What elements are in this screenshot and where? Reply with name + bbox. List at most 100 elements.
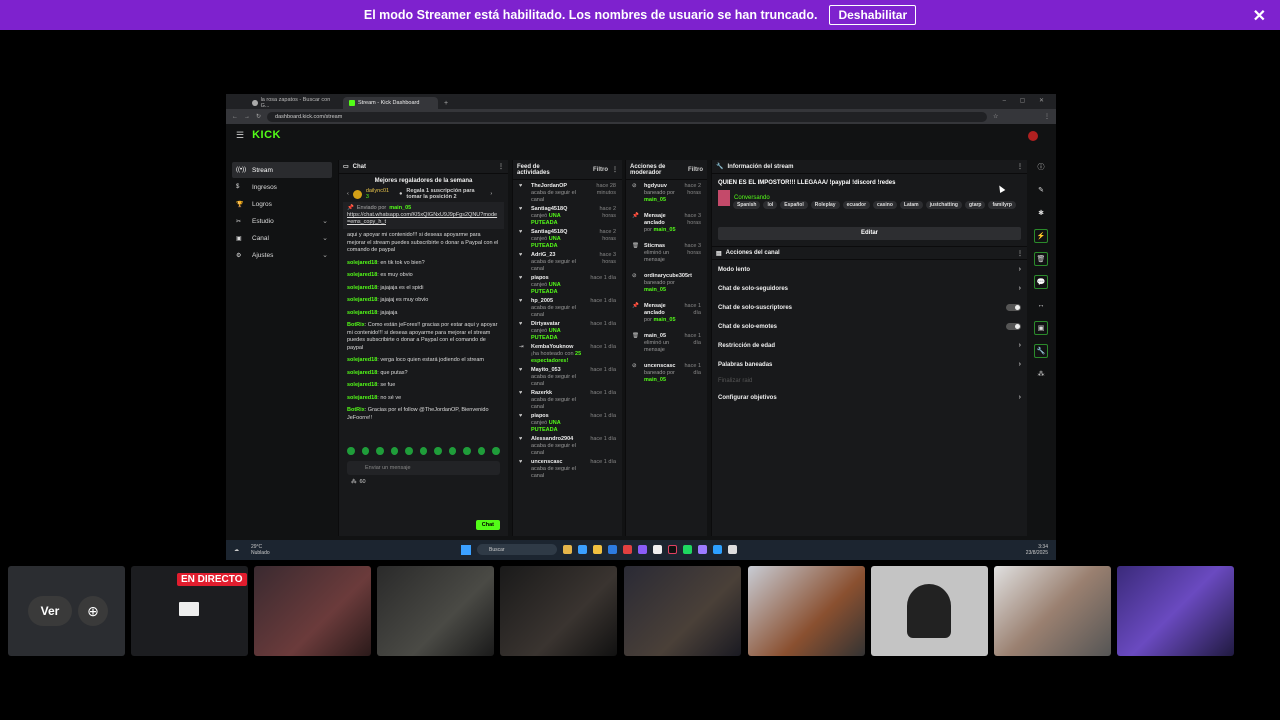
photoshop-icon[interactable]	[713, 545, 722, 554]
feed-menu-icon[interactable]: ⋮	[612, 166, 618, 173]
mod-subject[interactable]: main_05	[644, 333, 678, 340]
view-button[interactable]: Ver	[28, 596, 72, 626]
address-bar[interactable]: dashboard.kick.com/stream	[267, 111, 988, 122]
info-menu-icon[interactable]: ⋮	[1017, 163, 1023, 170]
info-icon[interactable]: ⓘ	[1034, 160, 1048, 174]
channel-action[interactable]: Restricción de edad ›	[712, 336, 1027, 355]
channel-action[interactable]: Palabras baneadas ›	[712, 355, 1027, 374]
mod-subject[interactable]: uncenscasc	[644, 363, 678, 370]
chevron-down-icon[interactable]: ⌄	[322, 234, 328, 242]
toggle-switch[interactable]	[1006, 304, 1021, 311]
thumbnail-screen[interactable]: Ver ⊕	[8, 566, 125, 656]
emote-icon[interactable]	[463, 447, 471, 455]
chevron-down-icon[interactable]: ⌄	[322, 251, 328, 259]
chevron-right-icon[interactable]: ›	[490, 191, 492, 197]
chrome-icon[interactable]	[623, 545, 632, 554]
weather-widget[interactable]: 29°C Nublado	[251, 544, 270, 556]
chat-username[interactable]: solejared18	[347, 272, 377, 278]
channel-action[interactable]: Modo lento ›	[712, 260, 1027, 279]
toggle-switch[interactable]	[1006, 323, 1021, 330]
chevron-down-icon[interactable]: ⌄	[322, 217, 328, 225]
files-icon[interactable]	[563, 545, 572, 554]
chat-input[interactable]: Enviar un mensaje	[347, 461, 500, 475]
user-avatar[interactable]	[1028, 131, 1038, 141]
feed-username[interactable]: Santiag4518Q	[531, 229, 585, 236]
hamburger-icon[interactable]: ☰	[236, 130, 244, 141]
spotify-icon[interactable]	[683, 545, 692, 554]
group-icon[interactable]: ⁂	[1034, 367, 1048, 381]
chat-username[interactable]: solejared18	[347, 357, 377, 363]
stream-tag[interactable]: lol	[763, 201, 778, 209]
emote-icon[interactable]	[376, 447, 384, 455]
close-icon[interactable]: ✕	[1253, 6, 1266, 26]
thumbnail-live[interactable]: EN DIRECTO	[131, 566, 248, 656]
thumbnail-participant[interactable]	[1117, 566, 1234, 656]
stream-tag[interactable]: Roleplay	[810, 201, 840, 209]
feed-username[interactable]: uncenscasc	[531, 459, 585, 466]
stream-tag[interactable]: ecuador	[842, 201, 871, 209]
screen-share-icon[interactable]: ⊕	[78, 596, 108, 626]
emote-icon[interactable]	[347, 447, 355, 455]
clock[interactable]: 3:34 23/8/2025	[1026, 544, 1048, 556]
stream-tag[interactable]: justchatting	[925, 201, 962, 209]
stream-tag[interactable]: Español	[780, 201, 808, 209]
chat-username[interactable]: solejared18	[347, 285, 377, 291]
mod-subject[interactable]: Mensaje anclado	[644, 303, 678, 317]
chat-menu-icon[interactable]: ⋮	[498, 163, 504, 170]
chevron-left-icon[interactable]: ‹	[347, 191, 349, 197]
stream-tag[interactable]: familyrp	[988, 201, 1016, 209]
emote-icon[interactable]	[492, 447, 501, 455]
mod-filter-button[interactable]: Filtro	[688, 167, 703, 173]
edit-stream-info-button[interactable]: Editar	[718, 227, 1021, 240]
emote-icon[interactable]	[390, 447, 399, 455]
kick-logo[interactable]: KICK	[252, 129, 281, 141]
mod-subject[interactable]: hgdyuuv	[644, 183, 678, 190]
app-icon[interactable]	[728, 545, 737, 554]
thumbnail-participant[interactable]	[500, 566, 617, 656]
disable-streamer-mode-button[interactable]: Deshabilitar	[829, 5, 917, 25]
trash-icon[interactable]: 🗑	[1034, 252, 1048, 266]
thumbnail-participant[interactable]	[254, 566, 371, 656]
windows-start-icon[interactable]	[461, 544, 471, 555]
feed-username[interactable]: piapos	[531, 275, 585, 282]
edge-icon[interactable]	[578, 545, 587, 554]
channel-actions-menu-icon[interactable]: ⋮	[1017, 250, 1023, 257]
send-chat-button[interactable]: Chat	[475, 520, 500, 530]
discord-icon[interactable]	[638, 545, 647, 554]
chat-username[interactable]: solejared18	[347, 260, 377, 266]
chat-username[interactable]: solejared18	[347, 310, 377, 316]
thumbnail-participant[interactable]	[377, 566, 494, 656]
sidebar-item-estudio[interactable]: ✂ Estudio ⌄	[232, 213, 332, 229]
channel-action[interactable]: Chat de solo-suscriptores	[712, 298, 1027, 317]
obs-icon[interactable]	[653, 545, 662, 554]
channel-action[interactable]: Chat de solo-emotes	[712, 317, 1027, 336]
settings-icon[interactable]: ✱	[1034, 206, 1048, 220]
taskbar-search[interactable]: Buscar	[477, 544, 557, 555]
thumbnail-participant[interactable]	[748, 566, 865, 656]
feed-username[interactable]: AdriG_23	[531, 252, 585, 259]
feed-username[interactable]: piapos	[531, 413, 585, 420]
stream-tag[interactable]: casino	[873, 201, 897, 209]
chat-username[interactable]: solejared18	[347, 382, 377, 388]
channel-action[interactable]: Chat de solo-seguidores ›	[712, 279, 1027, 298]
feed-username[interactable]: Mayito_053	[531, 367, 585, 374]
mod-subject[interactable]: Mensaje anclado	[644, 213, 678, 227]
store-icon[interactable]	[608, 545, 617, 554]
new-tab-button[interactable]: +	[440, 100, 452, 109]
stream-tag[interactable]: gtarp	[964, 201, 986, 209]
sidebar-item-ingresos[interactable]: $ Ingresos	[232, 179, 332, 195]
feed-username[interactable]: KembaYouknow	[531, 344, 585, 351]
lightning-icon[interactable]: ⚡	[1034, 229, 1048, 243]
emote-icon[interactable]	[361, 447, 370, 455]
forward-icon[interactable]: →	[244, 114, 250, 120]
chat-username[interactable]: solejared18	[347, 297, 377, 303]
feed-username[interactable]: Santiag4518Q	[531, 206, 585, 213]
stream-tag[interactable]: Spanish	[733, 201, 761, 209]
sidebar-item-logros[interactable]: 🏆 Logros	[232, 196, 332, 212]
browser-tab-active[interactable]: Stream - Kick Dashboard	[343, 97, 438, 109]
chat-username[interactable]: BotRix	[347, 407, 365, 413]
mod-subject[interactable]: Sticmas	[644, 243, 678, 250]
tool-icon[interactable]: 🔧	[1034, 344, 1048, 358]
menu-icon[interactable]: ⋮	[1044, 113, 1050, 120]
mod-subject[interactable]: ordinarycube305rt	[644, 273, 692, 280]
